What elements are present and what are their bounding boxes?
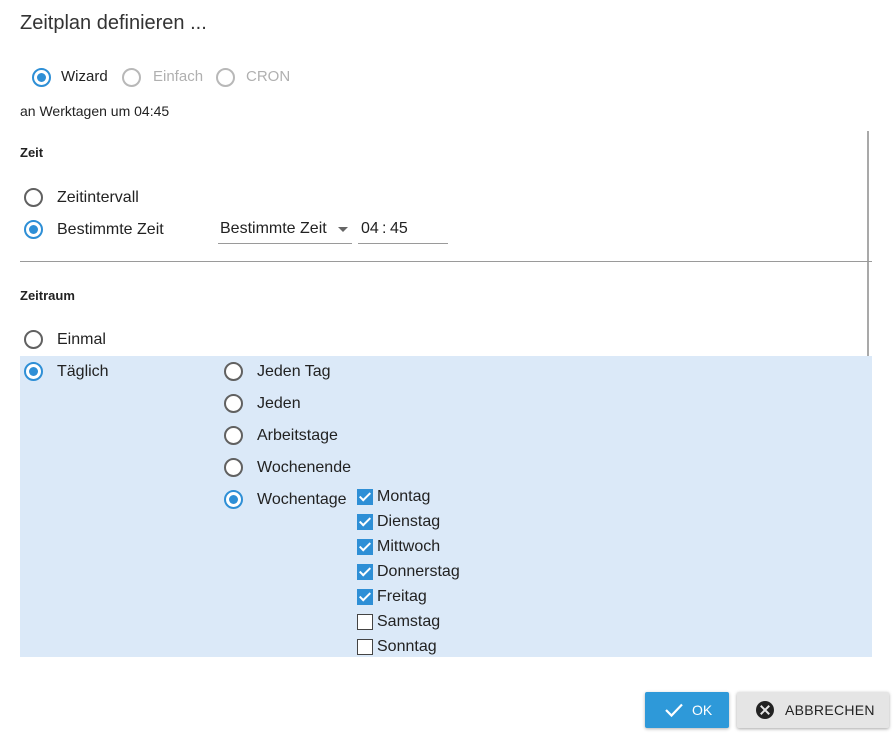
- zeit-label-bestimmte[interactable]: Bestimmte Zeit: [57, 221, 164, 239]
- daily-radio-arbeitstage[interactable]: [224, 426, 243, 445]
- close-circle-icon: [756, 701, 774, 719]
- time-minutes[interactable]: 45: [390, 220, 408, 238]
- weekday-checkbox-sonntag[interactable]: [357, 639, 373, 655]
- zeit-radio-bestimmte[interactable]: [24, 220, 43, 239]
- weekday-checkbox-freitag[interactable]: [357, 589, 373, 605]
- section-divider: [20, 261, 872, 262]
- time-hours[interactable]: 04: [361, 220, 379, 238]
- weekday-label-dienstag[interactable]: Dienstag: [377, 513, 440, 531]
- time-input[interactable]: 04 : 45: [358, 217, 448, 244]
- time-separator: :: [382, 220, 387, 237]
- mode-label-cron[interactable]: CRON: [246, 68, 290, 85]
- mode-radio-wizard[interactable]: [32, 68, 51, 87]
- ok-button[interactable]: OK: [645, 692, 729, 728]
- weekday-label-montag[interactable]: Montag: [377, 488, 430, 506]
- daily-radio-jeden[interactable]: [224, 394, 243, 413]
- daily-label-arbeitstage[interactable]: Arbeitstage: [257, 427, 338, 445]
- dialog-title: Zeitplan definieren ...: [20, 12, 207, 34]
- check-icon: [665, 702, 683, 723]
- daily-radio-wochenende[interactable]: [224, 458, 243, 477]
- cancel-button[interactable]: ABBRECHEN: [737, 692, 889, 728]
- mode-radio-einfach[interactable]: [122, 68, 141, 87]
- section-heading-zeit: Zeit: [20, 145, 44, 160]
- daily-radio-wochentage[interactable]: [224, 490, 243, 509]
- daily-label-jeden-tag[interactable]: Jeden Tag: [257, 363, 331, 381]
- mode-radio-cron[interactable]: [216, 68, 235, 87]
- zeit-radio-intervall[interactable]: [24, 188, 43, 207]
- mode-label-einfach[interactable]: Einfach: [153, 68, 203, 85]
- zeitraum-label-taeglich[interactable]: Täglich: [57, 363, 109, 381]
- zeit-label-intervall[interactable]: Zeitintervall: [57, 189, 139, 207]
- zeitraum-radio-taeglich[interactable]: [24, 362, 43, 381]
- weekday-checkbox-mittwoch[interactable]: [357, 539, 373, 555]
- section-heading-zeitraum: Zeitraum: [20, 288, 75, 303]
- weekday-label-sonntag[interactable]: Sonntag: [377, 638, 437, 656]
- cancel-button-label: ABBRECHEN: [785, 702, 875, 718]
- daily-options-panel: [20, 356, 872, 657]
- weekday-checkbox-donnerstag[interactable]: [357, 564, 373, 580]
- mode-label-wizard[interactable]: Wizard: [61, 68, 108, 85]
- weekday-label-freitag[interactable]: Freitag: [377, 588, 427, 606]
- weekday-checkbox-dienstag[interactable]: [357, 514, 373, 530]
- weekday-label-samstag[interactable]: Samstag: [377, 613, 440, 631]
- weekday-label-mittwoch[interactable]: Mittwoch: [377, 538, 440, 556]
- weekday-label-donnerstag[interactable]: Donnerstag: [377, 563, 460, 581]
- zeit-type-select-value: Bestimmte Zeit: [220, 220, 327, 237]
- daily-radio-jeden-tag[interactable]: [224, 362, 243, 381]
- weekday-checkbox-montag[interactable]: [357, 489, 373, 505]
- daily-label-wochentage[interactable]: Wochentage: [257, 491, 347, 509]
- schedule-summary: an Werktagen um 04:45: [20, 103, 170, 119]
- daily-label-wochenende[interactable]: Wochenende: [257, 459, 351, 477]
- zeitraum-radio-einmal[interactable]: [24, 330, 43, 349]
- zeitraum-label-einmal[interactable]: Einmal: [57, 331, 106, 349]
- weekday-checkbox-samstag[interactable]: [357, 614, 373, 630]
- ok-button-label: OK: [692, 702, 713, 718]
- chevron-down-icon: [338, 227, 348, 232]
- daily-label-jeden[interactable]: Jeden: [257, 395, 301, 413]
- zeit-type-select[interactable]: Bestimmte Zeit: [218, 217, 352, 244]
